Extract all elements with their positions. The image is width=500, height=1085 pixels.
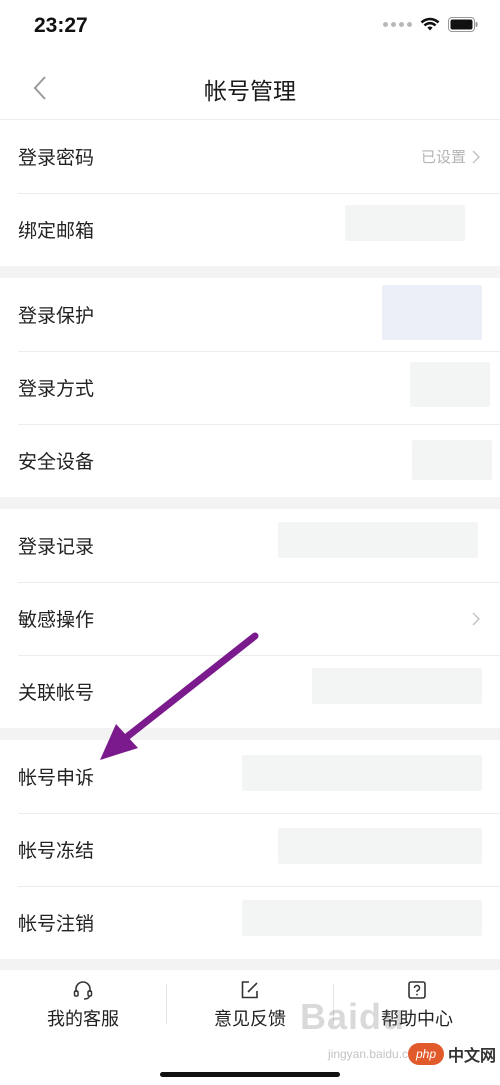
nav-bar: 帐号管理 [0, 56, 500, 120]
php-badge: php [408, 1043, 444, 1065]
row-right [472, 611, 480, 626]
redacted-area [312, 668, 482, 704]
php-watermark: php 中文网 [408, 1042, 496, 1066]
edit-icon [241, 981, 258, 999]
home-indicator [160, 1072, 340, 1077]
row-label: 绑定邮箱 [18, 220, 95, 242]
redacted-area [278, 828, 482, 864]
redacted-area [278, 522, 478, 558]
row-label: 帐号冻结 [18, 840, 95, 862]
row-label: 安全设备 [18, 451, 95, 473]
tab-customer-service[interactable]: 我的客服 [0, 970, 166, 1040]
row-label: 帐号注销 [18, 913, 95, 935]
chevron-right-icon [472, 611, 480, 626]
row-label: 关联帐号 [18, 682, 95, 704]
page-title: 帐号管理 [204, 79, 296, 105]
row-label: 敏感操作 [18, 609, 95, 631]
row-label: 登录记录 [18, 536, 95, 558]
wifi-icon [420, 17, 440, 31]
php-text: 中文网 [448, 1046, 497, 1065]
row-value: 已设置 [420, 148, 466, 166]
row-label: 登录方式 [18, 378, 95, 400]
bottom-tab-bar: 我的客服 意见反馈 帮助中心 [0, 970, 500, 1085]
row-sensitive-operations[interactable]: 敏感操作 [0, 582, 500, 655]
redacted-area [242, 900, 482, 936]
row-login-password[interactable]: 登录密码 已设置 [0, 120, 500, 193]
status-icons [383, 16, 478, 32]
battery-icon [448, 16, 478, 32]
redacted-area [345, 205, 465, 241]
redacted-area [410, 362, 490, 407]
help-icon [408, 981, 426, 999]
headset-icon [73, 981, 93, 1000]
status-bar: 23:27 [0, 0, 500, 56]
baidu-watermark: Baidu [300, 996, 406, 1037]
settings-group-password: 登录密码 已设置 绑定邮箱 [0, 120, 500, 266]
redacted-area [242, 755, 482, 791]
chevron-right-icon [472, 149, 480, 164]
status-time: 23:27 [34, 14, 88, 37]
redacted-area [382, 285, 482, 340]
signal-icon [383, 21, 412, 27]
tab-label: 我的客服 [47, 1009, 119, 1030]
row-label: 登录密码 [18, 147, 95, 169]
row-label: 登录保护 [18, 305, 95, 327]
row-label: 帐号申诉 [18, 767, 95, 789]
tab-label: 意见反馈 [214, 1009, 286, 1030]
redacted-area [412, 440, 492, 480]
row-right: 已设置 [421, 146, 480, 167]
